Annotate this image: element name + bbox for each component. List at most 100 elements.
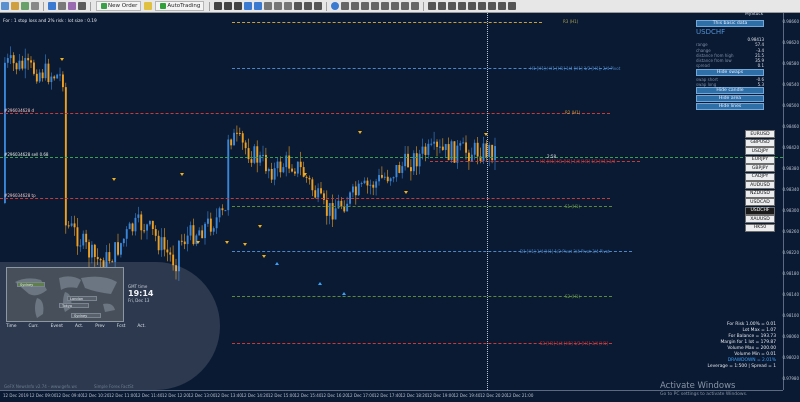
d1-icon[interactable] (488, 2, 497, 10)
fibonacci-icon[interactable] (391, 2, 400, 10)
hide-candle-button[interactable]: Hide candle (696, 87, 764, 95)
candle-body (163, 237, 166, 250)
hide-area-button[interactable]: Hide area (696, 95, 764, 103)
periods-icon[interactable] (304, 2, 313, 10)
hide-swaps-button[interactable]: Hide swaps (696, 68, 764, 76)
candle-body (360, 183, 363, 185)
mn-icon[interactable] (508, 2, 517, 10)
sell-arrow-icon (112, 178, 116, 181)
candle-body (328, 203, 331, 216)
indicators-icon[interactable] (294, 2, 303, 10)
news-column-header[interactable]: Prev (95, 324, 104, 329)
session-tokyo: Tokyo (59, 303, 89, 308)
crosshair-icon[interactable] (341, 2, 350, 10)
price-tick-label: 0.98020 (782, 355, 799, 360)
text-icon[interactable] (401, 2, 410, 10)
order-tp-line[interactable] (0, 198, 610, 199)
profile-icon[interactable] (21, 2, 29, 10)
news-column-header[interactable]: Time (6, 324, 17, 329)
candle-body (488, 144, 491, 158)
new-order-button[interactable]: New Order (96, 1, 142, 11)
candle-body (79, 245, 82, 247)
candle-body (299, 161, 302, 168)
news-column-header[interactable]: Act. (137, 324, 145, 329)
candle-body (50, 76, 53, 83)
navigator-icon[interactable] (68, 2, 76, 10)
candle-body (224, 210, 227, 212)
symbol-button-nzdusd[interactable]: NZDUSD (745, 189, 775, 198)
vertical-line-icon[interactable] (351, 2, 360, 10)
news-column-header[interactable]: Event (51, 324, 63, 329)
news-column-header[interactable]: Act. (75, 324, 83, 329)
resistance-line-r3[interactable] (232, 22, 542, 23)
symbol-button-gbpjpy[interactable]: GBPJPY (745, 164, 775, 172)
candle-body (230, 139, 233, 146)
label-icon[interactable] (411, 2, 420, 10)
widget-footer-link[interactable]: Simple Forex FactSt (94, 384, 133, 389)
zoom-out-icon[interactable] (254, 2, 263, 10)
file-icon[interactable] (1, 2, 9, 10)
news-column-header[interactable]: Curr. (29, 324, 39, 329)
order-sell-line[interactable] (0, 157, 783, 158)
candle-body (221, 208, 224, 211)
news-column-header[interactable]: Fcst (117, 324, 126, 329)
autoscroll-icon[interactable] (274, 2, 283, 10)
symbol-button-usdchf[interactable]: USDCHF (745, 206, 775, 215)
h1-pivot-label: H1 [H1] / H1 [H1] 1/4 [H1] 1/2 [H1], 2/4… (530, 66, 621, 71)
horizontal-line-icon[interactable] (361, 2, 370, 10)
window-icon[interactable] (31, 2, 39, 10)
candle-body (378, 174, 380, 182)
trendline-icon[interactable] (371, 2, 380, 10)
m5-icon[interactable] (438, 2, 447, 10)
m15-icon[interactable] (448, 2, 457, 10)
candle-body (128, 223, 131, 230)
crosshair-vertical-line[interactable] (487, 13, 488, 390)
price-tick-label: 0.98500 (782, 103, 799, 108)
data-window-icon[interactable] (58, 2, 66, 10)
symbol-button-usdcad[interactable]: USDCAD (745, 198, 775, 206)
time-tick-label: 12 Dec 16:20 (321, 393, 348, 398)
price-axis[interactable]: 0.98660 0.98620 0.98580 0.98540 0.98500 0.984… (782, 13, 800, 390)
bar-chart-icon[interactable] (214, 2, 223, 10)
widget-footer: GeFX NewsInfo v2.74 - www.gefx.ws (4, 384, 77, 389)
symbol-button-xauusd[interactable]: XAUUSD (745, 215, 775, 223)
hide-lines-button[interactable]: Hide lines (696, 103, 764, 111)
support-line-s1[interactable] (232, 206, 612, 207)
m30-icon[interactable] (458, 2, 467, 10)
support-line-s2[interactable] (232, 296, 612, 297)
h1-icon[interactable] (468, 2, 477, 10)
symbol-button-hk50[interactable]: HK50 (745, 223, 775, 232)
m1-icon[interactable] (428, 2, 437, 10)
symbol-button-eurjpy[interactable]: EURJPY (745, 155, 775, 164)
autotrading-button[interactable]: AutoTrading (155, 1, 205, 11)
sell-arrow-icon (404, 191, 408, 194)
symbol-button-audusd[interactable]: AUDUSD (745, 181, 775, 189)
chart-shift-icon[interactable] (284, 2, 293, 10)
symbol-button-usdjpy[interactable]: USDJPY (745, 147, 775, 155)
symbol-button-cadjpy[interactable]: CADJPY (745, 172, 775, 181)
market-watch-icon[interactable] (48, 2, 56, 10)
candle-body (88, 242, 90, 258)
folder-icon[interactable] (11, 2, 19, 10)
candlestick-icon[interactable] (224, 2, 233, 10)
symbol-button-eurusd[interactable]: EURUSD (745, 130, 775, 138)
s1-label: S1 (H1) (565, 204, 581, 209)
metaeditor-icon[interactable] (144, 2, 153, 10)
channel-icon[interactable] (381, 2, 390, 10)
candle-body (209, 218, 212, 232)
basic-data-button[interactable]: This basic data (696, 20, 764, 27)
time-tick-label: 12 Dec 09:40 (56, 393, 83, 398)
templates-icon[interactable] (314, 2, 323, 10)
symbol-button-gbpusd[interactable]: GBPUSD (745, 138, 775, 147)
h4-icon[interactable] (478, 2, 487, 10)
settings-icon[interactable] (331, 2, 340, 10)
terminal-icon[interactable] (78, 2, 86, 10)
price-tick-label: 0.98460 (782, 124, 799, 129)
order-d-line[interactable] (0, 113, 610, 114)
w1-icon[interactable] (498, 2, 507, 10)
candle-body (238, 133, 241, 135)
tile-icon[interactable] (264, 2, 273, 10)
line-chart-icon[interactable] (234, 2, 243, 10)
candle-body (96, 256, 99, 260)
zoom-in-icon[interactable] (244, 2, 253, 10)
